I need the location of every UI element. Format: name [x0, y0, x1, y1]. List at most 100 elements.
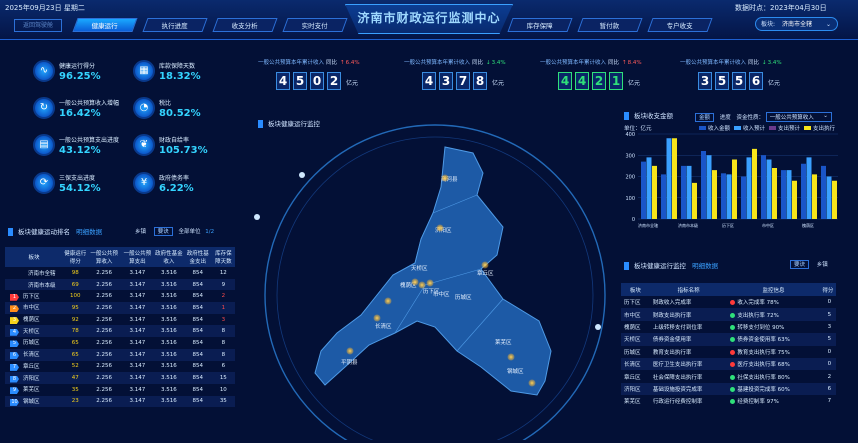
bar-1[interactable] [766, 159, 772, 220]
bar-1[interactable] [726, 174, 732, 219]
cell-c1: 2.256 [96, 269, 113, 276]
filter-town[interactable]: 乡镇 [817, 262, 828, 268]
table-row[interactable]: 8 济阳区 47 2.256 3.147 3.516 854 15 [5, 372, 235, 384]
column-header[interactable]: 指标名称 [649, 283, 728, 296]
tab-analysis[interactable]: 收支分析 [212, 18, 278, 32]
cell-c3: 3.516 [153, 302, 184, 314]
bar-1[interactable] [786, 170, 792, 219]
bar-0[interactable] [681, 165, 686, 219]
table-row[interactable]: 5 历城区 65 2.256 3.147 3.516 854 8 [5, 337, 235, 349]
board-select[interactable]: 板块: 济南市全辖 ⌄ [755, 17, 838, 31]
bar-2[interactable] [832, 180, 837, 219]
table-row[interactable]: 1 历下区 100 2.256 3.147 3.516 854 2 [5, 290, 235, 302]
indicator-name: 行政运行经费控制率 [652, 399, 703, 406]
table-row[interactable]: 天桥区 债券资金使用率 债券资金使用率 63% 5 [621, 333, 836, 346]
table-row[interactable]: 济阳区 基础设施投资完成率 基建投资完成率 60% 6 [621, 382, 836, 396]
column-header[interactable]: 得分 [819, 283, 836, 296]
marker-tianqiao[interactable] [384, 297, 392, 305]
cell-score: 52 [71, 363, 79, 370]
map-outline[interactable] [314, 146, 552, 396]
bar-2[interactable] [792, 180, 797, 219]
bar-2[interactable] [692, 182, 697, 219]
column-header[interactable]: 一般公共预算收入 [87, 247, 121, 267]
table-row[interactable]: 莱芜区 行政运行经费控制率 经费控制率 97% 7 [621, 395, 836, 407]
fund-select[interactable]: 一般公共预算收入 ⌄ [765, 112, 832, 122]
tab-health[interactable]: 健康运行 [72, 18, 138, 32]
tab-special[interactable]: 专户收支 [647, 18, 713, 32]
bar-2[interactable] [812, 174, 817, 219]
column-header[interactable]: 政府性基金收入 [153, 247, 184, 267]
tab-realtime[interactable]: 实时支付 [282, 18, 348, 32]
marker-shizhong[interactable] [426, 279, 434, 287]
score-cell: 3 [827, 323, 832, 330]
detail-link[interactable]: 明细数据 [692, 262, 718, 270]
tab-progress[interactable]: 执行进度 [142, 18, 208, 32]
bar-2[interactable] [752, 148, 757, 219]
bar-1[interactable] [746, 157, 752, 219]
all-units[interactable]: 全部单位 [179, 229, 201, 235]
bar-1[interactable] [646, 157, 652, 219]
table-row[interactable]: 7 章丘区 52 2.256 3.147 3.516 854 6 [5, 361, 235, 373]
bar-1[interactable] [706, 155, 712, 219]
detail-link[interactable]: 明细数据 [76, 228, 102, 236]
table-row[interactable]: 长清区 医疗卫生支出执行率 医疗支出执行率 68% 0 [621, 357, 836, 371]
bar-0[interactable] [821, 165, 826, 219]
bar-0[interactable] [761, 155, 766, 219]
column-header[interactable]: 板块 [5, 247, 63, 267]
table-row[interactable]: 10 钢城区 23 2.256 3.147 3.516 854 35 [5, 395, 235, 408]
table-row[interactable]: 3 槐荫区 92 2.256 3.147 3.516 854 3 [5, 314, 235, 326]
btn-key[interactable]: 要诀 [153, 227, 173, 236]
table-row[interactable]: 2 市中区 95 2.256 3.147 3.516 854 1 [5, 302, 235, 314]
bar-1[interactable] [666, 138, 672, 219]
cell-c2: 3.147 [129, 293, 146, 300]
table-row[interactable]: 4 天桥区 78 2.256 3.147 3.516 854 8 [5, 325, 235, 338]
column-header[interactable]: 库存保障天数 [211, 247, 235, 267]
marker-jiyang[interactable] [436, 224, 444, 232]
table-row[interactable]: 济南市本级 69 2.256 3.147 3.516 854 9 [5, 278, 235, 291]
bar-2[interactable] [652, 165, 657, 219]
table-row[interactable]: 市中区 财政支出执行率 支出执行率 72% 5 [621, 308, 836, 321]
bar-2[interactable] [712, 170, 717, 219]
table-row[interactable]: 历下区 财政收入完成率 收入完成率 78% 0 [621, 296, 836, 308]
table-row[interactable]: 历城区 教育支出执行率 教育支出执行率 75% 0 [621, 346, 836, 358]
filter-town[interactable]: 乡镇 [135, 229, 146, 235]
marker-huaiyin[interactable] [411, 278, 419, 286]
bar-0[interactable] [641, 161, 646, 219]
filter-progress[interactable]: 进度 [720, 115, 731, 121]
bar-1[interactable] [826, 176, 832, 220]
column-header[interactable]: 政府性基金支出 [183, 247, 212, 267]
marker-gangcheng[interactable] [528, 379, 536, 387]
column-header[interactable]: 健康运行得分 [63, 247, 88, 267]
bar-2[interactable] [672, 138, 677, 219]
btn-amount[interactable]: 金额 [695, 113, 715, 122]
marker-changqing[interactable] [373, 314, 381, 322]
table-row[interactable]: 槐荫区 上级转移支付到位率 转移支付到位 90% 3 [621, 321, 836, 333]
bar-0[interactable] [661, 174, 666, 219]
bar-0[interactable] [701, 151, 706, 219]
bar-1[interactable] [806, 157, 812, 219]
marker-shanghe[interactable] [441, 174, 449, 182]
column-header[interactable]: 一般公共预算支出 [120, 247, 154, 267]
table-row[interactable]: 9 莱芜区 35 2.256 3.147 3.516 854 10 [5, 384, 235, 396]
bar-0[interactable] [801, 163, 806, 219]
table-row[interactable]: 济南市全辖 98 2.256 3.147 3.516 854 12 [5, 267, 235, 279]
back-button[interactable]: 返回驾驶舱 [14, 19, 62, 32]
bar-0[interactable] [781, 170, 786, 219]
district-name: 历城区 [624, 349, 641, 356]
marker-zhangqiu[interactable] [481, 261, 489, 269]
bar-2[interactable] [732, 159, 737, 220]
bar-0[interactable] [741, 176, 746, 220]
bar-0[interactable] [721, 173, 726, 219]
marker-lixia[interactable] [418, 281, 426, 289]
column-header[interactable]: 板块 [621, 283, 650, 296]
table-row[interactable]: 6 长清区 65 2.256 3.147 3.516 854 8 [5, 348, 235, 361]
btn-key[interactable]: 要诀 [790, 260, 810, 269]
table-row[interactable]: 章丘区 社会保障支出执行率 社保支出执行率 80% 2 [621, 370, 836, 382]
tab-treasury[interactable]: 库存保障 [507, 18, 573, 32]
bar-1[interactable] [686, 165, 692, 219]
column-header[interactable]: 监控信息 [727, 283, 820, 296]
bar-2[interactable] [772, 168, 777, 219]
marker-laiwu[interactable] [507, 353, 515, 361]
tab-advance[interactable]: 暂付款 [577, 18, 643, 32]
marker-pingyin[interactable] [346, 347, 354, 355]
